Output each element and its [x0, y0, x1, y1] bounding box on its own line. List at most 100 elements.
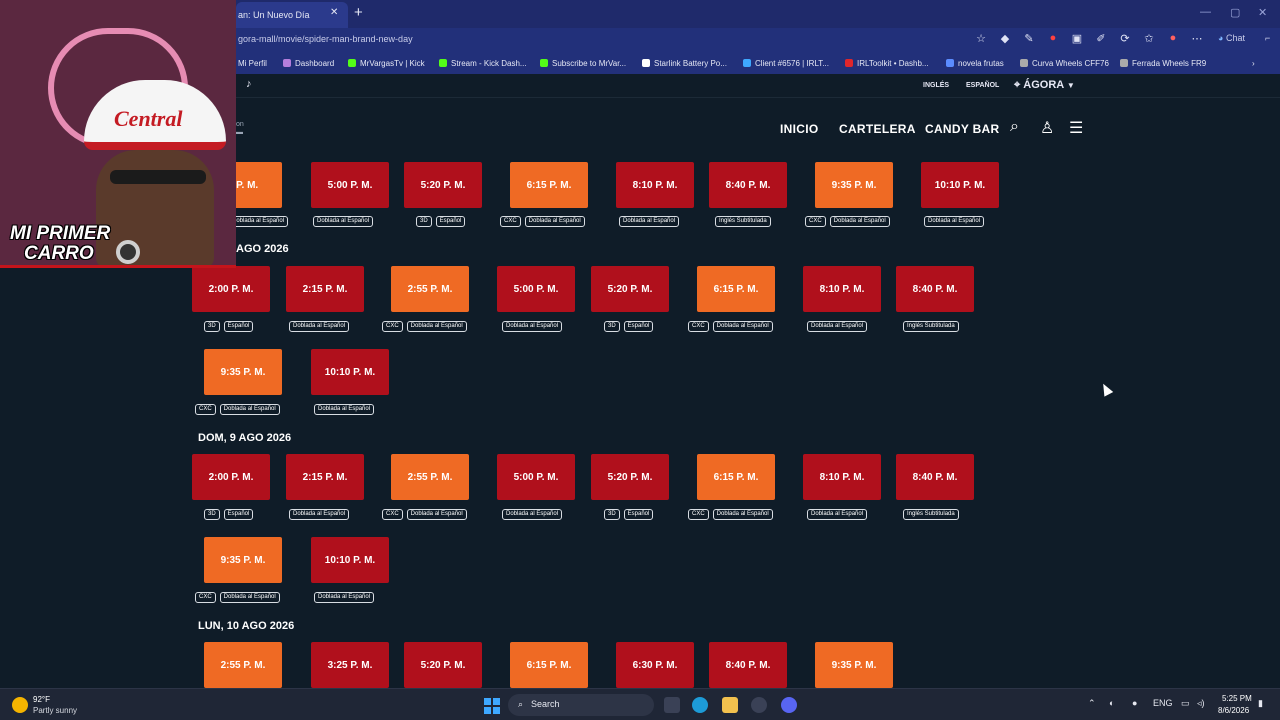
language-indicator[interactable]: ENG	[1153, 698, 1173, 708]
showtime-label: 8:40 P. M.	[912, 283, 958, 295]
url-field[interactable]: gora-mall/movie/spider-man-brand-new-day	[238, 34, 413, 44]
format-tag: Doblada al Español	[524, 216, 585, 227]
showtime-button[interactable]: 5:20 P. M.	[404, 642, 482, 688]
format-tag: CXC	[688, 321, 709, 332]
menu-icon[interactable]: ☰	[1069, 118, 1083, 138]
showtime-button[interactable]: 5:00 P. M.	[497, 266, 575, 312]
extension-icon[interactable]: ✐	[1093, 32, 1109, 45]
showtime-button[interactable]: 8:40 P. M.	[896, 266, 974, 312]
showtime-button[interactable]: 6:30 P. M.	[616, 642, 694, 688]
copilot-chat-button[interactable]: ◕ Chat	[1218, 33, 1245, 43]
discord-icon[interactable]	[781, 697, 797, 713]
close-tab-icon[interactable]: ✕	[330, 7, 338, 18]
weather-description[interactable]: Partly sunny	[33, 706, 77, 715]
search-icon[interactable]: ⌕	[1010, 118, 1019, 136]
nav-inicio[interactable]: INICIO	[780, 122, 818, 136]
showtime-button[interactable]: 10:10 P. M.	[311, 537, 389, 583]
notification-icon[interactable]: ▮	[1258, 698, 1263, 709]
lang-spanish-link[interactable]: ESPAÑOL	[966, 82, 999, 89]
taskbar-search[interactable]: ⌕ Search	[508, 694, 654, 716]
showtime-button[interactable]: 2:15 P. M.	[286, 266, 364, 312]
showtime-button[interactable]: 5:00 P. M.	[497, 454, 575, 500]
showtime-button[interactable]: 8:10 P. M.	[803, 454, 881, 500]
bookmark-item[interactable]: Curva Wheels CFF76	[1020, 59, 1109, 68]
clock-time[interactable]: 5:25 PM	[1222, 694, 1252, 703]
showtime-button[interactable]: 2:55 P. M.	[391, 266, 469, 312]
bookmarks-more-icon[interactable]: ›	[1252, 59, 1255, 68]
showtime-button[interactable]: 10:10 P. M.	[921, 162, 999, 208]
windows-start-icon[interactable]	[484, 698, 500, 714]
bookmark-item[interactable]: Client #6576 | IRLT...	[743, 59, 829, 68]
extension-icon[interactable]: ◆	[997, 32, 1013, 45]
bookmark-item[interactable]: Mi Perfil	[238, 59, 267, 68]
bookmark-item[interactable]: novela frutas	[946, 59, 1004, 68]
showtime-button[interactable]: 2:15 P. M.	[286, 454, 364, 500]
microphone-icon[interactable]: ●	[1132, 698, 1137, 708]
showtime-button[interactable]: 5:20 P. M.	[591, 266, 669, 312]
lang-english-link[interactable]: INGLÉS	[923, 82, 949, 89]
showtime-button[interactable]: 6:15 P. M.	[697, 266, 775, 312]
showtime-label: 9:35 P. M.	[220, 366, 266, 378]
weather-temperature[interactable]: 92°F	[33, 695, 50, 704]
showtime-button[interactable]: 2:55 P. M.	[204, 642, 282, 688]
showtime-button[interactable]: 5:20 P. M.	[591, 454, 669, 500]
extension-icon[interactable]: ▣	[1069, 32, 1085, 45]
user-icon[interactable]: ♙	[1040, 118, 1054, 138]
sidebar-toggle-icon[interactable]: ⌐	[1265, 33, 1270, 43]
showtime-button[interactable]: 3:25 P. M.	[311, 642, 389, 688]
format-tag: Español	[223, 321, 254, 332]
showtime-button[interactable]: 9:35 P. M.	[204, 537, 282, 583]
bookmark-item[interactable]: IRLToolkit • Dashb...	[845, 59, 929, 68]
showtime-button[interactable]: 8:10 P. M.	[803, 266, 881, 312]
new-tab-icon[interactable]: +	[354, 4, 363, 21]
close-window-icon[interactable]: ✕	[1258, 6, 1267, 19]
bookmark-item[interactable]: Ferrada Wheels FR9	[1120, 59, 1206, 68]
profile-icon[interactable]: ●	[1165, 32, 1181, 45]
showtime-button[interactable]: 8:40 P. M.	[896, 454, 974, 500]
showtime-button[interactable]: 5:00 P. M.	[311, 162, 389, 208]
maximize-icon[interactable]: ▢	[1230, 6, 1240, 19]
network-icon[interactable]: ▭	[1181, 698, 1190, 709]
bookmark-item[interactable]: Subscribe to MrVar...	[540, 59, 626, 68]
extension-icon[interactable]: ⟳	[1117, 32, 1133, 45]
showtime-button[interactable]: 8:10 P. M.	[616, 162, 694, 208]
showtime-button[interactable]: 6:15 P. M.	[697, 454, 775, 500]
tray-app-icon[interactable]: ◐	[1109, 698, 1114, 708]
favorites-icon[interactable]: ✩	[1141, 32, 1157, 45]
showtime-button[interactable]: 2:55 P. M.	[391, 454, 469, 500]
showtime-button[interactable]: 10:10 P. M.	[311, 349, 389, 395]
showtime-button[interactable]: 6:15 P. M.	[510, 162, 588, 208]
showtime-button[interactable]: 2:00 P. M.	[192, 266, 270, 312]
location-selector[interactable]: ⌖ ÁGORA ▼	[1014, 79, 1075, 92]
bookmark-item[interactable]: MrVargasTv | Kick	[348, 59, 425, 68]
bookmark-item[interactable]: Dashboard	[283, 59, 334, 68]
task-view-icon[interactable]	[664, 697, 680, 713]
showtime-tags: 3D Español	[204, 509, 254, 520]
tray-chevron-icon[interactable]: ⌃	[1088, 698, 1096, 709]
site-logo[interactable]: on ▬	[236, 121, 244, 137]
minimize-icon[interactable]: —	[1200, 6, 1211, 18]
more-icon[interactable]: ⋯	[1189, 32, 1205, 45]
showtime-button[interactable]: 6:15 P. M.	[510, 642, 588, 688]
edge-icon[interactable]	[692, 697, 708, 713]
showtime-button[interactable]: 9:35 P. M.	[815, 642, 893, 688]
volume-icon[interactable]: ◃)	[1197, 698, 1205, 709]
favorite-star-icon[interactable]: ☆	[973, 32, 989, 45]
extension-icon[interactable]: ●	[1045, 32, 1061, 45]
showtime-button[interactable]: 8:40 P. M.	[709, 162, 787, 208]
nav-candy-bar[interactable]: CANDY BAR	[925, 122, 999, 136]
clock-date[interactable]: 8/6/2026	[1218, 706, 1249, 715]
showtime-button[interactable]: 9:35 P. M.	[815, 162, 893, 208]
extension-icon[interactable]: ✎	[1021, 32, 1037, 45]
bookmark-item[interactable]: Starlink Battery Po...	[642, 59, 727, 68]
showtime-button[interactable]: 9:35 P. M.	[204, 349, 282, 395]
showtime-button[interactable]: 8:40 P. M.	[709, 642, 787, 688]
weather-sun-icon[interactable]	[12, 697, 28, 713]
showtime-button[interactable]: 2:00 P. M.	[192, 454, 270, 500]
app-icon[interactable]	[751, 697, 767, 713]
file-explorer-icon[interactable]	[722, 697, 738, 713]
showtime-button[interactable]: 5:20 P. M.	[404, 162, 482, 208]
bookmark-item[interactable]: Stream - Kick Dash...	[439, 59, 527, 68]
nav-cartelera[interactable]: CARTELERA	[839, 122, 916, 136]
tiktok-icon[interactable]: ♪	[246, 78, 252, 90]
